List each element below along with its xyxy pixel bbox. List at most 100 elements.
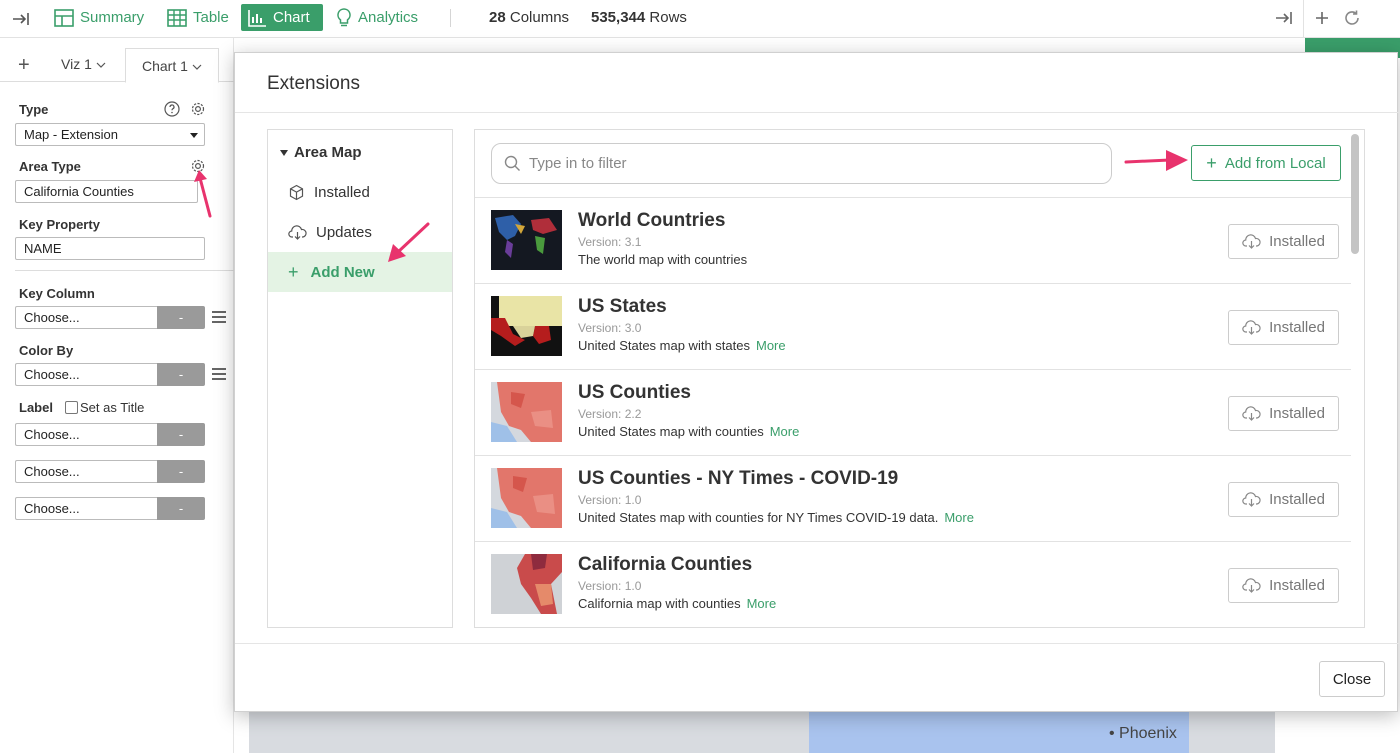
rows-number: 535,344: [591, 9, 646, 26]
extension-description: United States map with counties More: [578, 424, 799, 439]
color-by-aggregate-button[interactable]: -: [157, 363, 205, 386]
area-type-value: California Counties: [24, 184, 134, 199]
california-counties-thumbnail: [491, 554, 562, 614]
installed-button[interactable]: Installed: [1228, 482, 1339, 517]
scrollbar-thumb[interactable]: [1351, 134, 1359, 254]
collapse-left-icon[interactable]: [8, 8, 34, 30]
plus-icon: +: [288, 261, 299, 282]
world-map-thumbnail: [491, 210, 562, 270]
installed-button[interactable]: Installed: [1228, 396, 1339, 431]
extension-name: US Counties: [578, 382, 691, 403]
key-property-field[interactable]: NAME: [15, 237, 205, 260]
color-by-select[interactable]: Choose... -: [15, 363, 205, 386]
label-value: Choose...: [15, 497, 157, 520]
extensions-dialog: Extensions Area Map Installed Updates + …: [234, 52, 1399, 712]
analytics-tab[interactable]: Analytics: [330, 4, 424, 31]
caret-down-icon: [280, 149, 288, 156]
cloud-download-icon: [1242, 578, 1261, 593]
more-link[interactable]: More: [756, 338, 786, 353]
extension-row[interactable]: US Counties - NY Times - COVID-19 Versio…: [475, 455, 1351, 541]
key-column-aggregate-button[interactable]: -: [157, 306, 205, 329]
chart-icon: [248, 9, 266, 27]
table-label: Table: [193, 9, 229, 26]
rows-text: Rows: [649, 9, 687, 26]
installed-label: Installed: [1269, 577, 1325, 594]
set-as-title-checkbox[interactable]: [65, 401, 78, 414]
tab-viz-1[interactable]: Viz 1: [61, 56, 106, 72]
top-toolbar: Summary Table Chart Analytics 28 Columns…: [0, 0, 1400, 38]
dialog-header-divider: [235, 112, 1399, 113]
refresh-icon[interactable]: [1340, 7, 1364, 29]
nav-item-add-new[interactable]: + Add New: [268, 252, 452, 292]
add-from-local-button[interactable]: + Add from Local: [1191, 145, 1341, 181]
label-select-1[interactable]: Choose... -: [15, 423, 205, 446]
chart-label: Chart: [273, 9, 310, 26]
more-link[interactable]: More: [944, 510, 974, 525]
extension-description: The world map with countries: [578, 252, 747, 267]
key-property-label: Key Property: [19, 217, 100, 232]
summary-label: Summary: [80, 9, 145, 26]
installed-button[interactable]: Installed: [1228, 568, 1339, 603]
panel-divider: [15, 270, 234, 271]
viz-tabs: + Viz 1 Chart 1: [0, 48, 234, 83]
tab-label: Viz 1: [61, 56, 92, 72]
more-link[interactable]: More: [770, 424, 800, 439]
map-canvas[interactable]: • Phoenix: [249, 711, 1275, 753]
us-counties-thumbnail: [491, 382, 562, 442]
filter-input[interactable]: [529, 155, 1089, 172]
dialog-title: Extensions: [267, 73, 360, 94]
extension-version: Version: 3.1: [578, 235, 642, 249]
columns-text: Columns: [509, 9, 570, 26]
summary-tab[interactable]: Summary: [48, 4, 150, 31]
gear-icon[interactable]: [190, 101, 206, 117]
hamburger-icon[interactable]: [212, 368, 226, 380]
chart-type-value: Map - Extension: [24, 127, 118, 142]
label-aggregate-button[interactable]: -: [157, 460, 205, 483]
area-type-field[interactable]: California Counties: [15, 180, 198, 203]
nav-item-updates[interactable]: Updates: [268, 212, 452, 252]
set-as-title-text: Set as Title: [80, 400, 145, 415]
description-text: United States map with counties for NY T…: [578, 510, 939, 525]
extension-name: World Countries: [578, 210, 726, 231]
label-aggregate-button[interactable]: -: [157, 423, 205, 446]
chevron-down-icon: [96, 62, 106, 68]
nav-item-label: Updates: [316, 223, 372, 241]
tab-chart-1[interactable]: Chart 1: [125, 48, 219, 83]
nav-item-label: Installed: [314, 183, 370, 201]
tab-label: Chart 1: [142, 58, 188, 74]
filter-box[interactable]: [491, 143, 1112, 184]
extension-row[interactable]: California Counties Version: 1.0 Califor…: [475, 541, 1351, 627]
key-column-select[interactable]: Choose... -: [15, 306, 205, 329]
area-type-gear-icon[interactable]: [190, 158, 206, 174]
extensions-nav: Area Map Installed Updates + Add New: [267, 129, 453, 628]
caret-down-icon: [190, 133, 198, 138]
table-tab[interactable]: Table: [161, 4, 235, 31]
hamburger-icon[interactable]: [212, 311, 226, 323]
extension-description: United States map with states More: [578, 338, 786, 353]
map-city-label: • Phoenix: [1109, 725, 1177, 742]
color-by-value: Choose...: [15, 363, 157, 386]
nav-section-area-map[interactable]: Area Map: [280, 144, 362, 161]
chart-tab[interactable]: Chart: [241, 4, 323, 31]
toolbar-right-divider: [1303, 0, 1304, 38]
close-button[interactable]: Close: [1319, 661, 1385, 697]
lightbulb-icon: [337, 7, 351, 26]
chart-type-select[interactable]: Map - Extension: [15, 123, 205, 146]
add-viz-icon[interactable]: +: [18, 54, 30, 77]
label-select-3[interactable]: Choose... -: [15, 497, 205, 520]
extension-row[interactable]: World Countries Version: 3.1 The world m…: [475, 197, 1351, 283]
extension-row[interactable]: US Counties Version: 2.2 United States m…: [475, 369, 1351, 455]
installed-button[interactable]: Installed: [1228, 310, 1339, 345]
installed-button[interactable]: Installed: [1228, 224, 1339, 259]
label-select-2[interactable]: Choose... -: [15, 460, 205, 483]
collapse-right-icon[interactable]: [1272, 7, 1296, 29]
toolbar-divider: [450, 9, 451, 27]
more-link[interactable]: More: [747, 596, 777, 611]
extension-row[interactable]: US States Version: 3.0 United States map…: [475, 283, 1351, 369]
label-aggregate-button[interactable]: -: [157, 497, 205, 520]
help-icon[interactable]: [164, 101, 180, 117]
key-column-label: Key Column: [19, 286, 95, 301]
nav-item-installed[interactable]: Installed: [268, 172, 452, 212]
extension-version: Version: 1.0: [578, 579, 642, 593]
add-icon[interactable]: [1310, 7, 1334, 29]
